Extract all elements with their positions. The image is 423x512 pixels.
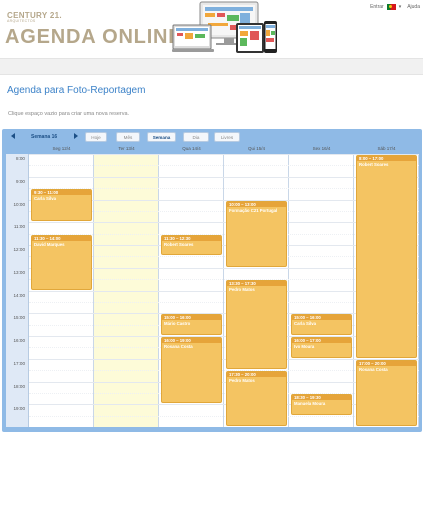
- day-header: Ter 13/4: [118, 146, 135, 151]
- calendar-event[interactable]: 18:30 – 19:30 Manuela Moura: [291, 393, 352, 415]
- event-title: Pedro Matos: [229, 378, 255, 384]
- calendar: Semana 16 Hoje Mês Semana Dia Livres Seg…: [2, 129, 422, 432]
- calendar-event[interactable]: 11:30 – 12:30 Robert Soares: [161, 234, 222, 256]
- flag-portugal-icon[interactable]: [386, 4, 396, 10]
- time-label: 13:00: [13, 269, 26, 275]
- nav-bar: [0, 58, 423, 75]
- time-label: 9:00: [16, 178, 25, 184]
- event-title: Mário Castro: [164, 321, 191, 327]
- calendar-event[interactable]: 8:00 – 17:00 Robert Soares: [356, 155, 417, 358]
- time-label: 15:00: [13, 315, 26, 321]
- time-label: 11:00: [13, 224, 25, 230]
- event-title: Rosana Costa: [359, 366, 388, 372]
- day-header: Sáb 17/4: [377, 146, 396, 151]
- calendar-event[interactable]: 17:30 – 20:00 Pedro Matos: [226, 371, 287, 426]
- month-view-button[interactable]: Mês: [116, 132, 140, 142]
- week-label: Semana 16: [31, 134, 58, 140]
- day-header: Sex 16/4: [312, 146, 331, 151]
- week-view-button[interactable]: Semana: [147, 132, 176, 142]
- time-label: 8:00: [16, 156, 25, 161]
- calendar-event[interactable]: 16:00 – 19:00 Rosana Costa: [161, 337, 222, 404]
- week-grid[interactable]: 8:00 9:00 10:00 11:00 12:00 13:00 14:00 15:00 16…: [6, 154, 419, 427]
- time-label: 17:00: [13, 360, 26, 366]
- calendar-event[interactable]: 17:00 – 20:00 Rosana Costa: [356, 359, 417, 426]
- day-header: Qui 15/4: [247, 146, 265, 151]
- time-label: 10:00: [13, 201, 26, 207]
- time-label: 12:00: [13, 247, 26, 252]
- day-header: Qua 14/4: [182, 146, 201, 151]
- devices-illustration: [172, 1, 277, 53]
- event-title: Carla Silva: [294, 321, 316, 327]
- calendar-event[interactable]: 11:30 – 14:00 David Marques: [31, 234, 92, 290]
- calendar-event[interactable]: 13:30 – 17:30 Pedro Matos: [226, 280, 287, 370]
- free-slots-button[interactable]: Livres: [214, 132, 240, 142]
- event-title: Robert Soares: [164, 241, 194, 247]
- event-title: Manuela Moura: [294, 400, 326, 406]
- time-label: 18:00: [13, 383, 26, 389]
- time-label: 16:00: [13, 338, 26, 343]
- brand-title: AGENDA ONLINE: [5, 26, 183, 48]
- help-link[interactable]: Ajuda: [407, 4, 420, 10]
- calendar-event[interactable]: 15:00 – 16:00 Carla Silva: [291, 314, 352, 335]
- day-view-button[interactable]: Dia: [183, 132, 209, 142]
- arrow-right-icon[interactable]: [74, 133, 78, 139]
- time-label: 19:00: [13, 406, 26, 412]
- calendar-toolbar: Semana 16 Hoje Mês Semana Dia Livres: [5, 131, 419, 143]
- event-title: Rosana Costa: [164, 344, 193, 349]
- time-column: 8:00 9:00 10:00 11:00 12:00 13:00 14:00 15:00 16…: [6, 154, 29, 427]
- page-hint: Clique espaço vazio para criar uma nova …: [8, 111, 130, 117]
- event-title: Formação C21 Portugal: [229, 207, 278, 213]
- event-title: Robert Soares: [359, 162, 389, 167]
- calendar-event[interactable]: 15:00 – 16:00 Mário Castro: [161, 314, 222, 335]
- event-title: Pedro Matos: [229, 287, 255, 293]
- app-root: CENTURY 21. ARQUITECTOS AGENDA ONLINE En…: [0, 0, 423, 512]
- calendar-event[interactable]: 10:00 – 13:00 Formação C21 Portugal: [226, 200, 287, 267]
- calendar-event[interactable]: 16:00 – 17:00 Ivo Moura: [291, 337, 352, 358]
- day-header: Seg 12/4: [52, 146, 71, 151]
- login-link[interactable]: Entrar: [370, 4, 384, 10]
- brand-sub-text: ARQUITECTOS: [7, 19, 36, 23]
- today-button[interactable]: Hoje: [85, 132, 107, 142]
- time-label: 14:00: [13, 292, 26, 298]
- event-title: Ivo Moura: [294, 344, 315, 349]
- calendar-event[interactable]: 9:30 – 11:00 Carla Silva: [31, 189, 92, 222]
- top-links: Entrar ▾ Ajuda: [370, 4, 420, 10]
- event-title: David Marques: [34, 241, 65, 247]
- arrow-left-icon[interactable]: [11, 133, 15, 139]
- page-title: Agenda para Foto-Reportagem: [7, 85, 146, 96]
- event-title: Carla Silva: [34, 196, 56, 202]
- chevron-down-icon[interactable]: ▾: [399, 4, 402, 10]
- header: CENTURY 21. ARQUITECTOS AGENDA ONLINE En…: [0, 0, 423, 58]
